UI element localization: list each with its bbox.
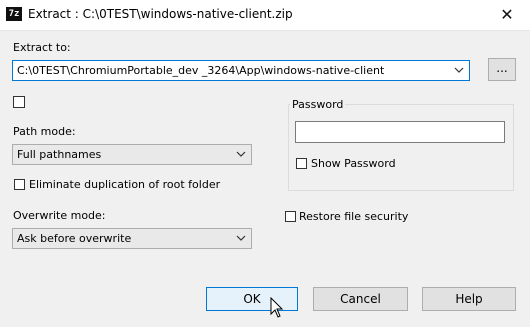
path-mode-select[interactable]: Full pathnames: [12, 144, 252, 165]
show-password-label[interactable]: Show Password: [311, 157, 396, 170]
path-mode-label: Path mode:: [13, 125, 76, 138]
help-button[interactable]: Help: [422, 287, 516, 311]
unlabeled-checkbox[interactable]: [13, 96, 25, 108]
close-icon[interactable]: ✕: [484, 0, 530, 30]
extract-path-value: C:\0TEST\ChromiumPortable_dev _3264\App\…: [17, 64, 385, 77]
browse-button[interactable]: ...: [488, 58, 516, 81]
path-mode-value: Full pathnames: [17, 148, 102, 161]
chevron-down-icon: [236, 151, 246, 157]
overwrite-mode-label: Overwrite mode:: [13, 209, 106, 222]
password-group-label: Password: [290, 98, 346, 111]
chevron-down-icon[interactable]: [453, 64, 465, 76]
overwrite-mode-select[interactable]: Ask before overwrite: [12, 228, 252, 249]
eliminate-duplication-label[interactable]: Eliminate duplication of root folder: [29, 178, 220, 191]
restore-security-label[interactable]: Restore file security: [299, 210, 408, 223]
ok-button[interactable]: OK: [206, 287, 298, 311]
mouse-pointer-icon: [270, 297, 284, 318]
restore-security-checkbox[interactable]: [285, 211, 296, 222]
chevron-down-icon: [236, 235, 246, 241]
extract-path-combobox[interactable]: C:\0TEST\ChromiumPortable_dev _3264\App\…: [12, 60, 470, 81]
extract-to-label: Extract to:: [13, 41, 71, 54]
overwrite-mode-value: Ask before overwrite: [17, 232, 132, 245]
cancel-button[interactable]: Cancel: [313, 287, 408, 311]
password-input[interactable]: [295, 121, 505, 143]
dialog-body: Extract to: C:\0TEST\ChromiumPortable_de…: [0, 30, 530, 327]
title-bar: 7z Extract : C:\0TEST\windows-native-cli…: [0, 0, 530, 30]
password-group: [288, 104, 514, 191]
7zip-app-icon: 7z: [6, 7, 22, 21]
show-password-checkbox[interactable]: [296, 158, 307, 169]
eliminate-duplication-checkbox[interactable]: [14, 179, 25, 190]
window-title: Extract : C:\0TEST\windows-native-client…: [28, 7, 293, 21]
